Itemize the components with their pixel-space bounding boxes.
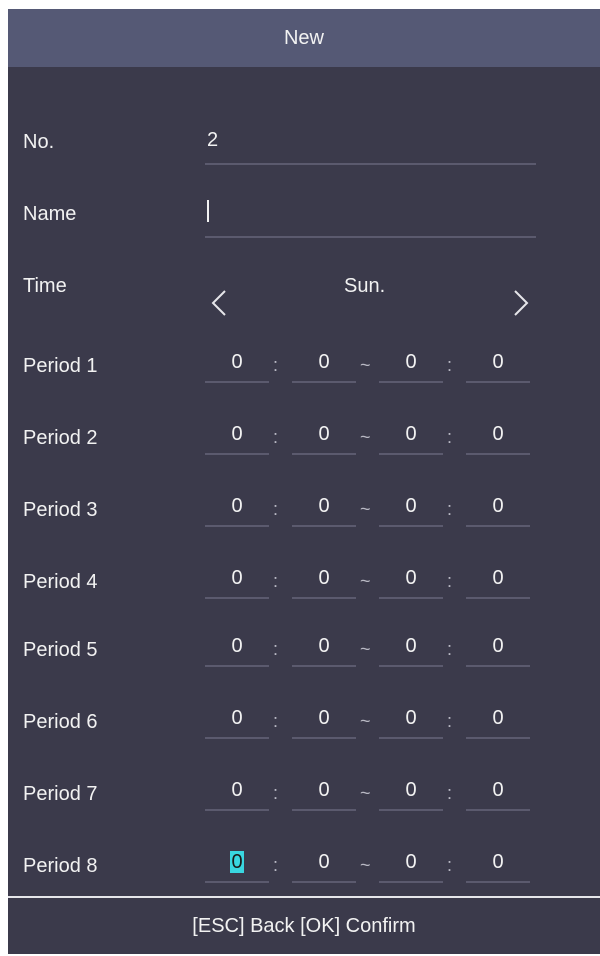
colon-separator: :	[447, 571, 453, 591]
end-minute-input[interactable]: 0	[466, 699, 530, 739]
name-field-underline	[205, 236, 536, 238]
colon-separator: :	[273, 499, 279, 519]
start-hour-input[interactable]: 0	[205, 559, 269, 599]
end-hour-input[interactable]: 0	[379, 843, 443, 883]
period-row-1: Period 1 0 : 0 ~ 0 : 0	[8, 343, 600, 393]
day-selector[interactable]: Sun.	[344, 275, 385, 298]
period-label: Period 3	[23, 499, 98, 521]
start-hour-input[interactable]: 0	[205, 415, 269, 455]
period-label: Period 2	[23, 427, 98, 449]
focused-value: 0	[230, 851, 244, 873]
end-minute-input[interactable]: 0	[466, 627, 530, 667]
start-minute-input[interactable]: 0	[292, 843, 356, 883]
name-field[interactable]	[207, 201, 527, 227]
colon-separator: :	[273, 571, 279, 591]
colon-separator: :	[447, 783, 453, 803]
start-minute-input[interactable]: 0	[292, 343, 356, 383]
colon-separator: :	[273, 711, 279, 731]
footer-divider	[8, 896, 600, 898]
range-separator: ~	[360, 355, 371, 375]
name-label: Name	[23, 203, 77, 225]
start-minute-input[interactable]: 0	[292, 699, 356, 739]
start-hour-input[interactable]: 0	[205, 343, 269, 383]
start-hour-input[interactable]: 0	[205, 627, 269, 667]
end-hour-input[interactable]: 0	[379, 627, 443, 667]
time-label: Time	[23, 275, 67, 297]
dialog-title: New	[8, 9, 600, 67]
colon-separator: :	[447, 855, 453, 875]
end-minute-input[interactable]: 0	[466, 343, 530, 383]
colon-separator: :	[273, 427, 279, 447]
colon-separator: :	[273, 355, 279, 375]
start-minute-input[interactable]: 0	[292, 627, 356, 667]
period-row-5: Period 5 0 : 0 ~ 0 : 0	[8, 627, 600, 677]
colon-separator: :	[447, 427, 453, 447]
period-row-3: Period 3 0 : 0 ~ 0 : 0	[8, 487, 600, 537]
range-separator: ~	[360, 427, 371, 447]
end-hour-input[interactable]: 0	[379, 559, 443, 599]
range-separator: ~	[360, 855, 371, 875]
colon-separator: :	[273, 855, 279, 875]
start-minute-input[interactable]: 0	[292, 415, 356, 455]
range-separator: ~	[360, 639, 371, 659]
end-minute-input[interactable]: 0	[466, 559, 530, 599]
colon-separator: :	[447, 355, 453, 375]
end-hour-input[interactable]: 0	[379, 343, 443, 383]
period-label: Period 7	[23, 783, 98, 805]
end-minute-input[interactable]: 0	[466, 415, 530, 455]
end-minute-input[interactable]: 0	[466, 771, 530, 811]
range-separator: ~	[360, 711, 371, 731]
colon-separator: :	[447, 639, 453, 659]
period-row-4: Period 4 0 : 0 ~ 0 : 0	[8, 559, 600, 609]
end-minute-input[interactable]: 0	[466, 487, 530, 527]
range-separator: ~	[360, 783, 371, 803]
text-cursor	[207, 200, 209, 222]
period-row-2: Period 2 0 : 0 ~ 0 : 0	[8, 415, 600, 465]
colon-separator: :	[447, 711, 453, 731]
period-label: Period 6	[23, 711, 98, 733]
end-hour-input[interactable]: 0	[379, 487, 443, 527]
start-minute-input[interactable]: 0	[292, 771, 356, 811]
period-label: Period 1	[23, 355, 98, 377]
period-row-6: Period 6 0 : 0 ~ 0 : 0	[8, 699, 600, 749]
end-hour-input[interactable]: 0	[379, 771, 443, 811]
colon-separator: :	[447, 499, 453, 519]
end-minute-input[interactable]: 0	[466, 843, 530, 883]
period-row-7: Period 7 0 : 0 ~ 0 : 0	[8, 771, 600, 821]
period-label: Period 8	[23, 855, 98, 877]
end-hour-input[interactable]: 0	[379, 415, 443, 455]
range-separator: ~	[360, 571, 371, 591]
period-row-8: Period 8 0 : 0 ~ 0 : 0	[8, 843, 600, 893]
colon-separator: :	[273, 639, 279, 659]
start-minute-input[interactable]: 0	[292, 559, 356, 599]
no-label: No.	[23, 131, 55, 153]
range-separator: ~	[360, 499, 371, 519]
footer-hint: [ESC] Back [OK] Confirm	[192, 915, 416, 937]
start-minute-input[interactable]: 0	[292, 487, 356, 527]
chevron-left-icon[interactable]	[205, 283, 235, 323]
chevron-right-icon[interactable]	[505, 283, 535, 323]
no-field-underline	[205, 163, 536, 165]
end-hour-input[interactable]: 0	[379, 699, 443, 739]
no-field[interactable]: 2	[207, 129, 218, 152]
start-hour-input[interactable]: 0	[205, 699, 269, 739]
period-label: Period 5	[23, 639, 98, 661]
start-hour-input[interactable]: 0	[205, 487, 269, 527]
colon-separator: :	[273, 783, 279, 803]
start-hour-input[interactable]: 0	[205, 771, 269, 811]
period-label: Period 4	[23, 571, 98, 593]
new-time-template-dialog: New No. 2 Name Time Sun. Period 1 0 : 0 …	[8, 9, 600, 954]
start-hour-input[interactable]: 0	[205, 843, 269, 883]
